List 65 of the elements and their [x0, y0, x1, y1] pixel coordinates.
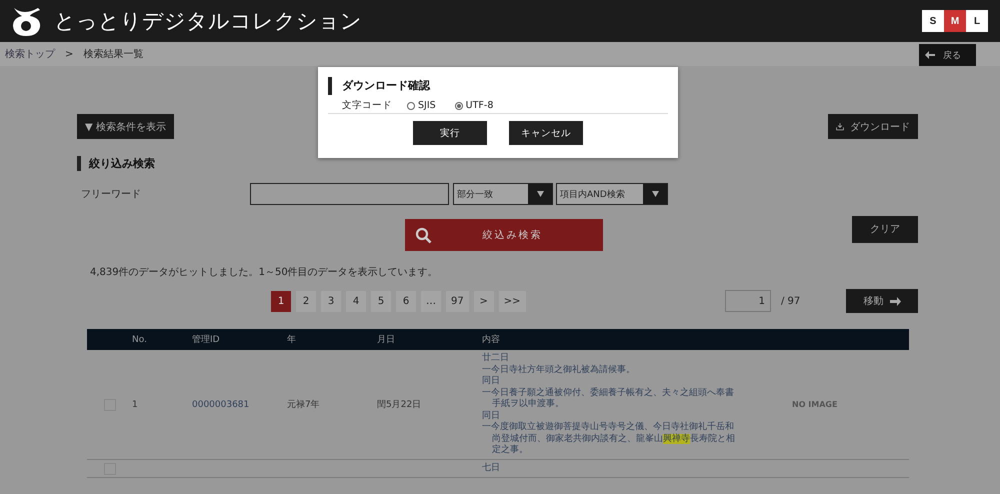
radio-button[interactable]	[454, 102, 463, 110]
radio-button[interactable]	[407, 102, 415, 110]
match-select[interactable]: 部分一致	[453, 183, 553, 205]
breadcrumb-current: 検索結果一覧	[83, 48, 144, 61]
encoding-label: 文字コード	[342, 99, 393, 112]
result-summary: 4,839件のデータがヒットしました。1～50件目のデータを表示しています。	[90, 266, 438, 279]
content-line: 一今度御取立被遊御菩提寺山号寺号之儀、今日寺社御礼千岳和	[482, 422, 735, 434]
page-button[interactable]: 6	[396, 290, 416, 312]
breadcrumb-link[interactable]: 検索トップ	[5, 47, 55, 61]
content-line: 手紙ヲ以申渡事。	[491, 399, 565, 410]
font-size-button[interactable]: M	[944, 10, 966, 32]
search-button[interactable]: 絞込み検索	[405, 219, 603, 251]
column-header: 管理ID	[192, 334, 221, 346]
page-total: / 97	[781, 296, 802, 306]
radio-label: SJIS	[418, 100, 436, 111]
execute-button[interactable]: 実行	[413, 121, 487, 145]
column-header: 内容	[482, 334, 501, 346]
page-button[interactable]: >>	[498, 290, 526, 312]
column-header: No.	[132, 334, 148, 344]
content-line: 同日	[482, 376, 501, 388]
table-cell-text: 元禄7年	[287, 398, 321, 412]
content-line: 廿二日	[482, 353, 510, 364]
site-title: とっとりデジタルコレクション	[54, 8, 363, 35]
arrow-right-icon	[890, 296, 900, 306]
page-button[interactable]: 3	[321, 290, 341, 312]
show-conditions-button[interactable]: ▼ 検索条件を表示	[77, 114, 174, 139]
search-icon	[415, 226, 432, 244]
section-heading: 絞り込み検索	[77, 156, 155, 171]
free-word-field[interactable]	[250, 183, 449, 205]
content-line: 尚登城付而、御家老共御内談有之、龍峯山興禅寺長寿院と相	[491, 434, 736, 444]
column-header: 月日	[377, 334, 396, 346]
breadcrumb-separator: >	[65, 48, 74, 60]
page-button[interactable]: 97	[446, 290, 469, 312]
id-link[interactable]: 0000003681	[192, 400, 287, 410]
field-label: フリーワード	[80, 188, 142, 201]
font-size-button[interactable]: L	[966, 10, 988, 32]
font-size-button[interactable]: S	[922, 10, 944, 32]
caret-icon	[652, 191, 658, 197]
mode-select[interactable]: 項目内AND検索	[556, 183, 668, 205]
table-cell-text: 1	[132, 400, 139, 410]
no-image-label: NO IMAGE	[792, 400, 838, 410]
page-button[interactable]: 4	[346, 290, 366, 312]
content-line: 七日	[482, 462, 501, 474]
page-button[interactable]: …	[421, 290, 441, 312]
table-cell-text: 閏5月22日	[377, 399, 422, 412]
download-icon	[836, 120, 844, 133]
go-button[interactable]: 移動	[846, 289, 918, 313]
page-button[interactable]: >	[474, 290, 494, 312]
page-button[interactable]: 1	[271, 290, 291, 312]
radio-label: UTF-8	[466, 100, 494, 111]
content-line: 一今日養子願之通被仰付、委細養子帳有之、夫々之組頭へ奉書	[482, 388, 735, 398]
content-line: 一今日寺社方年頭之御礼被為請候事。	[482, 364, 636, 376]
dialog-title: ダウンロード確認	[328, 77, 430, 95]
content-line: 定之事。	[491, 445, 529, 456]
back-button[interactable]: 戻る	[919, 44, 976, 66]
cancel-button[interactable]: キャンセル	[509, 121, 583, 145]
arrow-left-icon	[925, 51, 935, 59]
clear-button[interactable]: クリア	[852, 216, 918, 242]
caret-icon	[536, 191, 544, 197]
page-button[interactable]: 2	[296, 290, 316, 312]
page-input[interactable]: 1	[725, 290, 771, 312]
column-header: 年	[287, 334, 297, 346]
content-line: 同日	[482, 410, 501, 422]
download-button[interactable]: ダウンロード	[828, 114, 918, 139]
page-button[interactable]: 5	[371, 290, 391, 312]
